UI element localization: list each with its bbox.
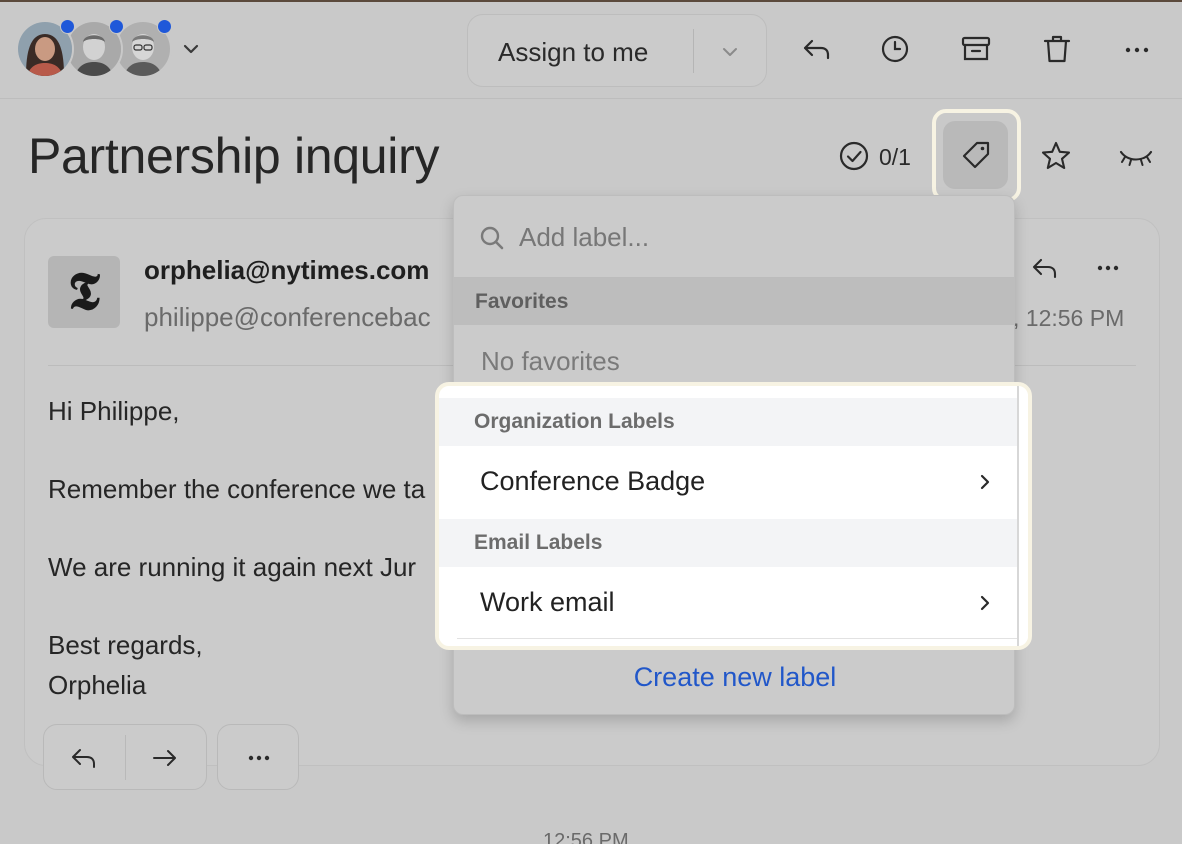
label-item-name: Work email <box>480 587 615 617</box>
more-icon <box>248 755 270 761</box>
search-icon <box>480 226 504 250</box>
email-body-line: Remember the conference we ta <box>48 474 426 504</box>
more-icon[interactable] <box>1120 32 1154 66</box>
reply-forward-group <box>43 724 207 790</box>
sender-logo-icon: 𝕿 <box>48 256 120 328</box>
email-more-icon[interactable] <box>1093 254 1123 282</box>
label-search[interactable]: Add label... <box>454 196 1014 278</box>
assign-separator <box>693 29 694 73</box>
email-signature: Orphelia <box>48 670 147 700</box>
thread-timestamp: 12:56 PM <box>543 830 629 844</box>
tag-icon <box>962 141 990 169</box>
chevron-right-icon <box>980 595 990 611</box>
star-icon[interactable] <box>1040 140 1072 172</box>
unread-dot <box>60 19 75 34</box>
organization-labels-header: Organization Labels <box>439 398 1028 446</box>
email-body-line: We are running it again next Jur <box>48 552 417 582</box>
conversation-title: Partnership inquiry <box>28 128 440 184</box>
participants-chevron-down-icon[interactable] <box>180 38 202 60</box>
assign-to-me-button[interactable]: Assign to me <box>498 37 648 68</box>
labels-bottom-divider <box>457 638 1017 639</box>
forward-arrow-icon[interactable] <box>151 745 179 771</box>
email-labels-title: Email Labels <box>474 531 603 554</box>
conversation-header: Assign to me <box>0 0 1182 99</box>
email-to: philippe@conferencebac <box>144 302 431 332</box>
task-counter[interactable]: 0/1 <box>838 140 928 174</box>
email-greeting: Hi Philippe, <box>48 396 180 426</box>
snooze-clock-icon[interactable] <box>878 32 912 66</box>
more-actions-button[interactable] <box>217 724 299 790</box>
email-from[interactable]: orphelia@nytimes.com <box>144 255 429 286</box>
task-check-icon <box>839 141 869 171</box>
favorites-header: Favorites <box>475 290 569 313</box>
trash-icon[interactable] <box>1040 32 1074 66</box>
label-item-conference-badge[interactable]: Conference Badge <box>439 446 1028 519</box>
reply-icon[interactable] <box>800 32 834 66</box>
label-button[interactable] <box>943 121 1008 189</box>
label-item-work-email[interactable]: Work email <box>439 567 1028 640</box>
closed-eye-icon[interactable] <box>1118 142 1154 172</box>
organization-labels-title: Organization Labels <box>474 410 675 433</box>
reply-button-icon[interactable] <box>70 745 98 771</box>
email-time: , 12:56 PM <box>1013 305 1125 331</box>
chevron-right-icon <box>980 474 990 490</box>
assign-chevron-down-icon[interactable] <box>718 40 742 64</box>
favorites-empty-text: No favorites <box>481 346 620 376</box>
email-signoff: Best regards, <box>48 630 203 660</box>
email-reply-icon[interactable] <box>1030 254 1060 282</box>
favorites-section-header: Favorites <box>454 278 1014 325</box>
archive-icon[interactable] <box>959 32 993 66</box>
email-labels-header: Email Labels <box>439 519 1028 567</box>
assign-dropdown[interactable]: Assign to me <box>467 14 767 87</box>
labels-highlight: Organization Labels Conference Badge Ema… <box>435 382 1032 650</box>
label-item-name: Conference Badge <box>480 466 706 496</box>
create-new-label-button[interactable]: Create new label <box>454 662 1014 693</box>
action-separator <box>125 735 126 780</box>
dropdown-scroll-edge <box>1017 386 1028 646</box>
unread-dot <box>109 19 124 34</box>
unread-dot <box>157 19 172 34</box>
label-search-input[interactable]: Add label... <box>519 222 649 253</box>
task-count: 0/1 <box>879 144 911 170</box>
